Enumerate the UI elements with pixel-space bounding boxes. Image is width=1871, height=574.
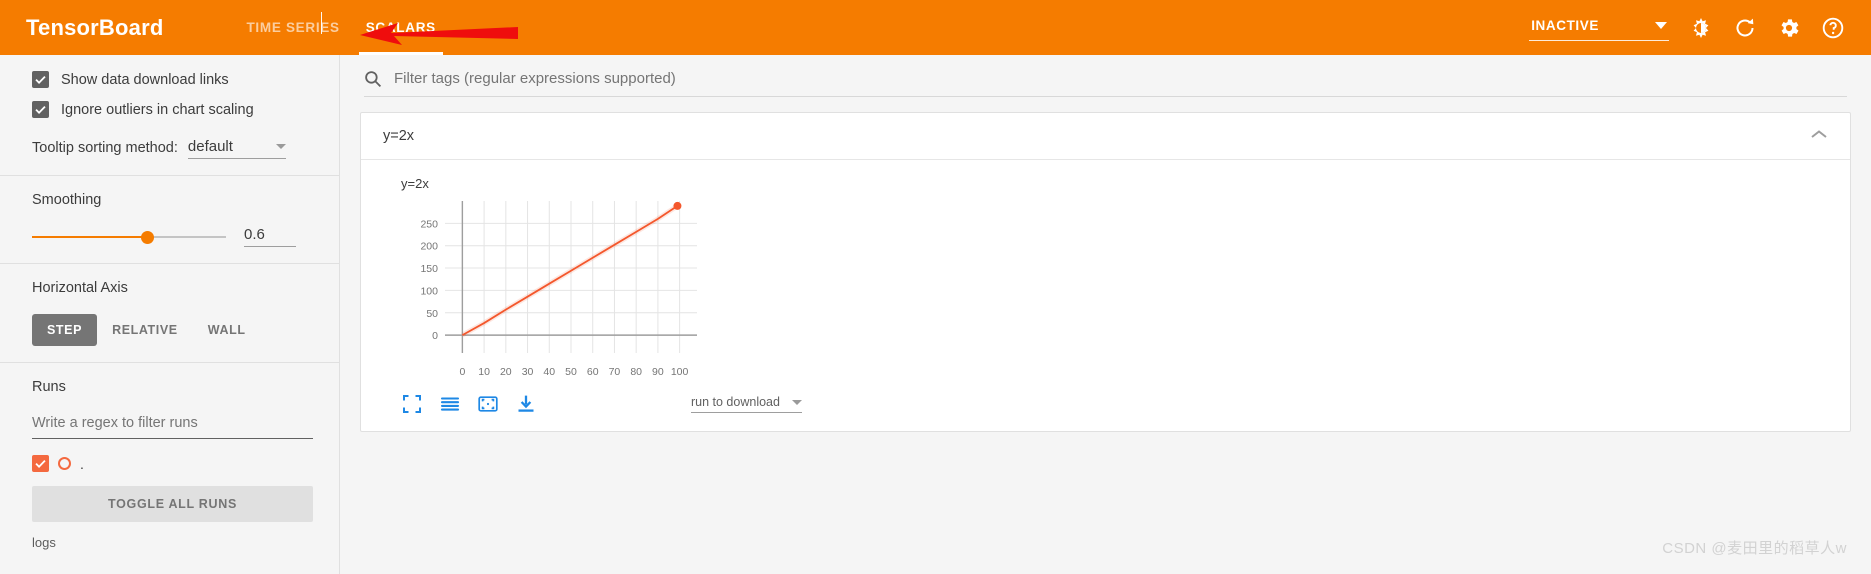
tooltip-sorting-label: Tooltip sorting method: <box>32 140 178 159</box>
axis-option-wall[interactable]: WALL <box>193 314 261 346</box>
svg-text:100: 100 <box>671 366 689 378</box>
run-status-select[interactable]: INACTIVE <box>1529 15 1669 41</box>
tag-filter-bar <box>364 69 1847 97</box>
check-icon <box>32 71 49 88</box>
app-header: TensorBoard TIME SERIES SCALARS INACTIVE <box>0 0 1871 55</box>
scalar-card-title: y=2x <box>383 128 414 144</box>
download-icon[interactable] <box>515 393 537 415</box>
svg-text:10: 10 <box>478 366 490 378</box>
chevron-down-icon <box>276 144 286 149</box>
checkbox-show-data-download-links[interactable]: Show data download links <box>32 71 313 88</box>
chart-title: y=2x <box>401 176 1828 191</box>
runs-filter-input[interactable] <box>32 413 313 439</box>
run-to-download-select[interactable]: run to download <box>691 395 802 413</box>
svg-text:50: 50 <box>565 366 577 378</box>
svg-text:200: 200 <box>420 241 438 253</box>
tab-scalars-label: SCALARS <box>366 20 436 35</box>
svg-text:40: 40 <box>543 366 555 378</box>
svg-text:60: 60 <box>587 366 599 378</box>
horizontal-axis-toggle-group: STEP RELATIVE WALL <box>32 314 313 346</box>
svg-text:100: 100 <box>420 285 438 297</box>
sidebar-display-options: Show data download links Ignore outliers… <box>0 55 339 176</box>
svg-text:30: 30 <box>522 366 534 378</box>
sidebar-runs-section: Runs . TOGGLE ALL RUNS logs <box>0 363 339 566</box>
data-table-icon[interactable] <box>439 393 461 415</box>
main-content: y=2x y=2x 0 50 100 150 200 250 0 10 20 30 40 50 60 70… <box>340 55 1871 574</box>
app-brand: TensorBoard <box>26 15 163 41</box>
tab-time-series[interactable]: TIME SERIES <box>233 0 352 55</box>
tooltip-sorting-row: Tooltip sorting method: default <box>32 138 313 159</box>
scalar-card-body: y=2x 0 50 100 150 200 250 0 10 20 30 40 50 60 70 80 90 1… <box>361 160 1850 431</box>
checkbox-show-data-download-links-label: Show data download links <box>61 72 229 88</box>
watermark: CSDN @麦田里的稻草人w <box>1662 537 1847 558</box>
settings-gear-icon[interactable] <box>1777 16 1801 40</box>
svg-text:50: 50 <box>426 308 438 320</box>
toggle-all-runs-button[interactable]: TOGGLE ALL RUNS <box>32 486 313 522</box>
sidebar-smoothing-section: Smoothing 0.6 <box>0 176 339 264</box>
tab-time-series-label: TIME SERIES <box>246 20 339 35</box>
svg-text:0: 0 <box>459 366 465 378</box>
smoothing-row: 0.6 <box>32 226 313 247</box>
smoothing-title: Smoothing <box>32 192 313 208</box>
svg-text:250: 250 <box>420 218 438 230</box>
runs-title: Runs <box>32 379 313 395</box>
run-to-download-value: run to download <box>691 395 780 409</box>
sidebar: Show data download links Ignore outliers… <box>0 55 340 574</box>
text-cursor-artifact <box>321 12 322 34</box>
tag-filter-input[interactable] <box>392 69 1847 88</box>
fullscreen-icon[interactable] <box>401 393 423 415</box>
axis-option-relative[interactable]: RELATIVE <box>97 314 193 346</box>
chevron-up-icon[interactable] <box>1810 127 1828 145</box>
svg-text:70: 70 <box>609 366 621 378</box>
svg-text:90: 90 <box>652 366 664 378</box>
axis-option-step[interactable]: STEP <box>32 314 97 346</box>
run-label: . <box>80 456 84 472</box>
chart-toolbar: run to download <box>401 393 1828 415</box>
smoothing-value[interactable]: 0.6 <box>244 226 296 247</box>
svg-text:0: 0 <box>432 330 438 342</box>
brightness-icon[interactable] <box>1689 16 1713 40</box>
fit-domain-icon[interactable] <box>477 393 499 415</box>
run-list-item[interactable]: . <box>32 455 313 472</box>
tooltip-sorting-value: default <box>188 138 233 155</box>
run-status-label: INACTIVE <box>1531 18 1599 33</box>
svg-text:20: 20 <box>500 366 512 378</box>
search-icon <box>364 70 382 88</box>
check-icon <box>32 101 49 118</box>
run-color-swatch-icon <box>58 457 71 470</box>
svg-text:80: 80 <box>630 366 642 378</box>
horizontal-axis-title: Horizontal Axis <box>32 280 313 296</box>
tooltip-sorting-select[interactable]: default <box>188 138 286 159</box>
checkbox-ignore-outliers[interactable]: Ignore outliers in chart scaling <box>32 101 313 118</box>
checkbox-ignore-outliers-label: Ignore outliers in chart scaling <box>61 102 254 118</box>
svg-text:150: 150 <box>420 263 438 275</box>
scalar-card: y=2x y=2x 0 50 100 150 200 250 0 10 20 30 40 50 60 70… <box>360 112 1851 432</box>
refresh-icon[interactable] <box>1733 16 1757 40</box>
nav-tabs: TIME SERIES SCALARS <box>233 0 448 55</box>
sidebar-horizontal-axis-section: Horizontal Axis STEP RELATIVE WALL <box>0 264 339 363</box>
chevron-down-icon <box>1655 17 1667 35</box>
help-circle-icon[interactable] <box>1821 16 1845 40</box>
header-actions: INACTIVE <box>1529 15 1845 41</box>
slider-fill <box>32 236 148 238</box>
slider-thumb[interactable] <box>141 231 154 244</box>
logdir-label: logs <box>32 535 313 550</box>
line-chart[interactable]: 0 50 100 150 200 250 0 10 20 30 40 50 60 70 80 90 100 <box>401 195 701 385</box>
chevron-down-icon <box>792 400 802 405</box>
run-checkbox[interactable] <box>32 455 49 472</box>
line-chart-svg[interactable]: 0 50 100 150 200 250 0 10 20 30 40 50 60 70 80 90 100 <box>401 195 701 385</box>
scalar-card-header[interactable]: y=2x <box>361 113 1850 160</box>
tab-scalars[interactable]: SCALARS <box>353 0 449 55</box>
smoothing-slider[interactable] <box>32 230 226 244</box>
